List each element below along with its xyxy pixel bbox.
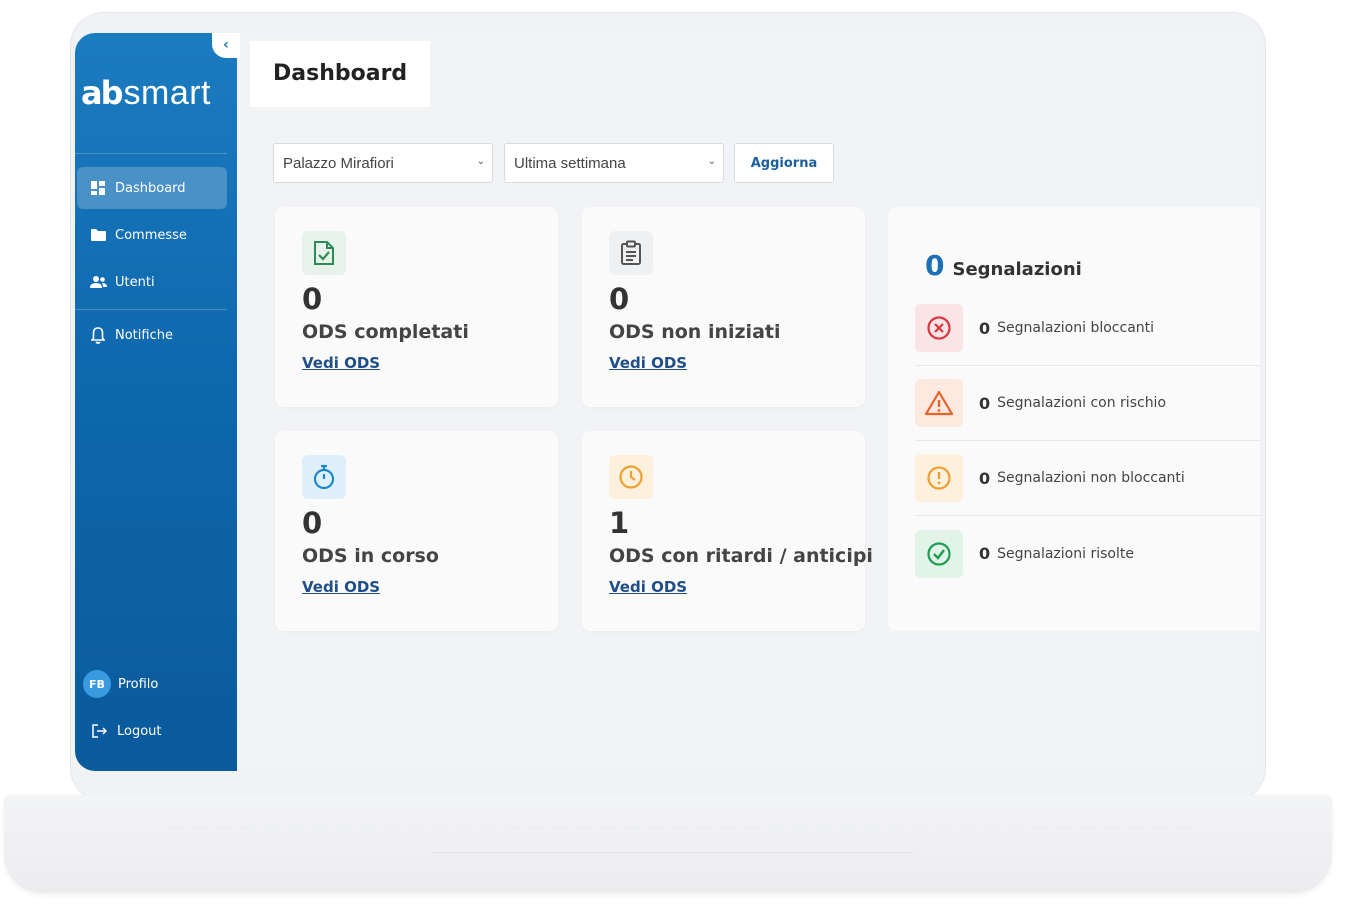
card-value: 0 bbox=[302, 506, 323, 540]
view-ods-link[interactable]: Vedi ODS bbox=[302, 578, 380, 596]
sidebar-item-dashboard[interactable]: Dashboard bbox=[77, 167, 227, 209]
refresh-button[interactable]: Aggiorna bbox=[734, 143, 834, 183]
exclamation-circle-icon bbox=[915, 454, 963, 502]
site-select-value: Palazzo Mirafiori bbox=[283, 154, 394, 172]
view-ods-link[interactable]: Vedi ODS bbox=[609, 578, 687, 596]
page-title: Dashboard bbox=[273, 61, 408, 86]
view-ods-link[interactable]: Vedi ODS bbox=[302, 354, 380, 372]
logout-link[interactable]: Logout bbox=[77, 710, 227, 752]
period-select-value: Ultima settimana bbox=[514, 154, 626, 172]
segnalazioni-value: 0 bbox=[979, 544, 991, 563]
laptop-base bbox=[4, 795, 1332, 893]
app-logo[interactable]: ab smart bbox=[81, 73, 211, 113]
dashboard-icon bbox=[89, 181, 107, 195]
segnalazioni-row-blocking[interactable]: 0 Segnalazioni bloccanti bbox=[915, 291, 1260, 366]
logout-icon bbox=[91, 724, 109, 738]
card-label: ODS completati bbox=[302, 321, 469, 343]
segnalazioni-panel: 0 Segnalazioni 0 Segnalazioni bloccanti … bbox=[888, 207, 1260, 631]
card-label: ODS non iniziati bbox=[609, 321, 781, 343]
sidebar-item-notifiche[interactable]: Notifiche bbox=[77, 314, 227, 356]
check-circle-icon bbox=[915, 529, 963, 578]
logo-text: smart bbox=[123, 73, 211, 112]
chevron-down-icon: ⌄ bbox=[476, 156, 485, 167]
card-label: ODS in corso bbox=[302, 545, 439, 567]
chevron-down-icon: ⌄ bbox=[707, 156, 716, 167]
sidebar-divider bbox=[75, 153, 227, 154]
segnalazioni-row-risk[interactable]: 0 Segnalazioni con rischio bbox=[915, 366, 1260, 441]
x-circle-icon bbox=[915, 304, 963, 352]
sidebar: ab smart Dashboard Commesse Utenti Notif… bbox=[75, 33, 237, 771]
segnalazioni-title: Segnalazioni bbox=[952, 259, 1082, 280]
folder-icon bbox=[89, 229, 107, 241]
sidebar-item-label: Commesse bbox=[115, 227, 187, 243]
segnalazioni-label: Segnalazioni non bloccanti bbox=[997, 470, 1185, 486]
trackpad bbox=[434, 831, 914, 853]
chevron-left-icon: ‹ bbox=[223, 37, 229, 53]
segnalazioni-label: Segnalazioni con rischio bbox=[997, 395, 1167, 411]
segnalazioni-header: 0 Segnalazioni bbox=[925, 249, 1082, 282]
segnalazioni-label: Segnalazioni risolte bbox=[997, 545, 1134, 562]
ods-not-started-card: 0 ODS non iniziati Vedi ODS bbox=[582, 207, 865, 407]
card-value: 1 bbox=[609, 506, 630, 540]
clock-icon bbox=[609, 455, 653, 499]
bell-icon bbox=[89, 326, 107, 344]
stopwatch-icon bbox=[302, 455, 346, 499]
document-check-icon bbox=[302, 231, 346, 275]
segnalazioni-total: 0 bbox=[925, 249, 945, 282]
users-icon bbox=[89, 276, 107, 288]
segnalazioni-value: 0 bbox=[979, 393, 991, 413]
ods-completed-card: 0 ODS completati Vedi ODS bbox=[275, 207, 558, 407]
warning-triangle-icon bbox=[915, 379, 963, 427]
sidebar-item-label: Notifiche bbox=[115, 327, 173, 343]
segnalazioni-row-resolved[interactable]: 0 Segnalazioni risolte bbox=[915, 516, 1260, 591]
segnalazioni-row-non-blocking[interactable]: 0 Segnalazioni non bloccanti bbox=[915, 441, 1260, 516]
profile-label: Profilo bbox=[118, 676, 159, 692]
logout-label: Logout bbox=[117, 723, 162, 739]
segnalazioni-value: 0 bbox=[979, 468, 991, 488]
view-ods-link[interactable]: Vedi ODS bbox=[609, 354, 687, 372]
sidebar-item-utenti[interactable]: Utenti bbox=[77, 261, 227, 303]
ods-in-progress-card: 0 ODS in corso Vedi ODS bbox=[275, 431, 558, 631]
card-value: 0 bbox=[302, 282, 323, 316]
avatar: FB bbox=[83, 670, 111, 698]
card-value: 0 bbox=[609, 282, 630, 316]
sidebar-item-commesse[interactable]: Commesse bbox=[77, 214, 227, 256]
collapse-sidebar-button[interactable]: ‹ bbox=[212, 33, 240, 58]
clipboard-icon bbox=[609, 231, 653, 275]
logo-mark: ab bbox=[81, 74, 123, 112]
profile-link[interactable]: FB Profilo bbox=[77, 663, 227, 705]
sidebar-item-label: Utenti bbox=[115, 274, 155, 290]
sidebar-item-label: Dashboard bbox=[115, 180, 186, 196]
sidebar-divider bbox=[75, 309, 227, 310]
ods-delays-card: 1 ODS con ritardi / anticipi Vedi ODS bbox=[582, 431, 873, 631]
segnalazioni-label: Segnalazioni bloccanti bbox=[997, 320, 1155, 336]
site-select[interactable]: Palazzo Mirafiori ⌄ bbox=[273, 143, 493, 183]
card-label: ODS con ritardi / anticipi bbox=[609, 545, 873, 567]
period-select[interactable]: Ultima settimana ⌄ bbox=[504, 143, 724, 183]
segnalazioni-value: 0 bbox=[979, 318, 991, 338]
app-screen: ab smart Dashboard Commesse Utenti Notif… bbox=[75, 33, 1260, 771]
